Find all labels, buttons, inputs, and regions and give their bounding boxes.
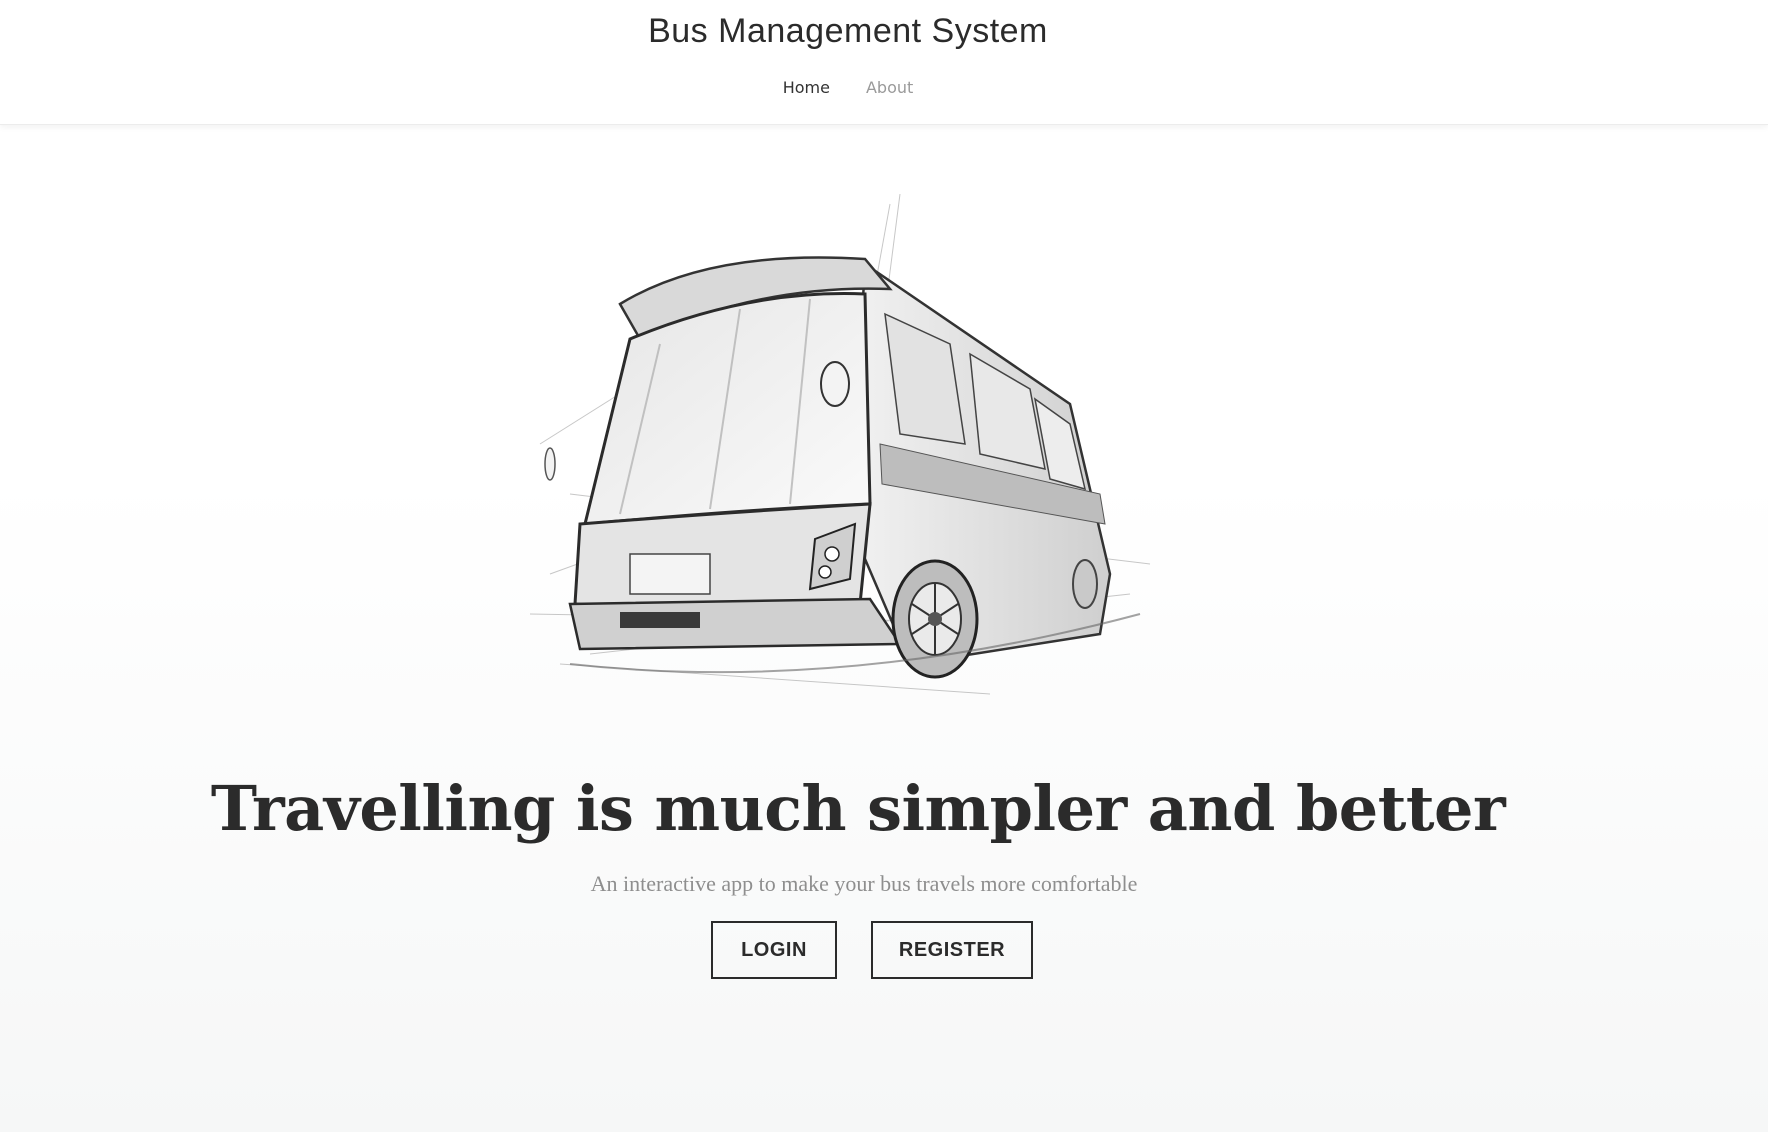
hero-headline: Travelling is much simpler and better (210, 771, 1506, 845)
register-button[interactable]: REGISTER (871, 921, 1033, 979)
nav-home-link[interactable]: Home (783, 78, 830, 97)
hero-subheadline: An interactive app to make your bus trav… (590, 871, 1138, 896)
site-header: Bus Management System Home About (0, 0, 1768, 125)
bus-sketch-illustration (529, 194, 1151, 695)
nav-about-link[interactable]: About (866, 78, 913, 97)
login-button[interactable]: LOGIN (711, 921, 837, 979)
hero-section: Travelling is much simpler and better An… (0, 124, 1768, 1132)
main-nav: Home About (0, 78, 1696, 97)
site-brand[interactable]: Bus Management System (0, 12, 1696, 51)
